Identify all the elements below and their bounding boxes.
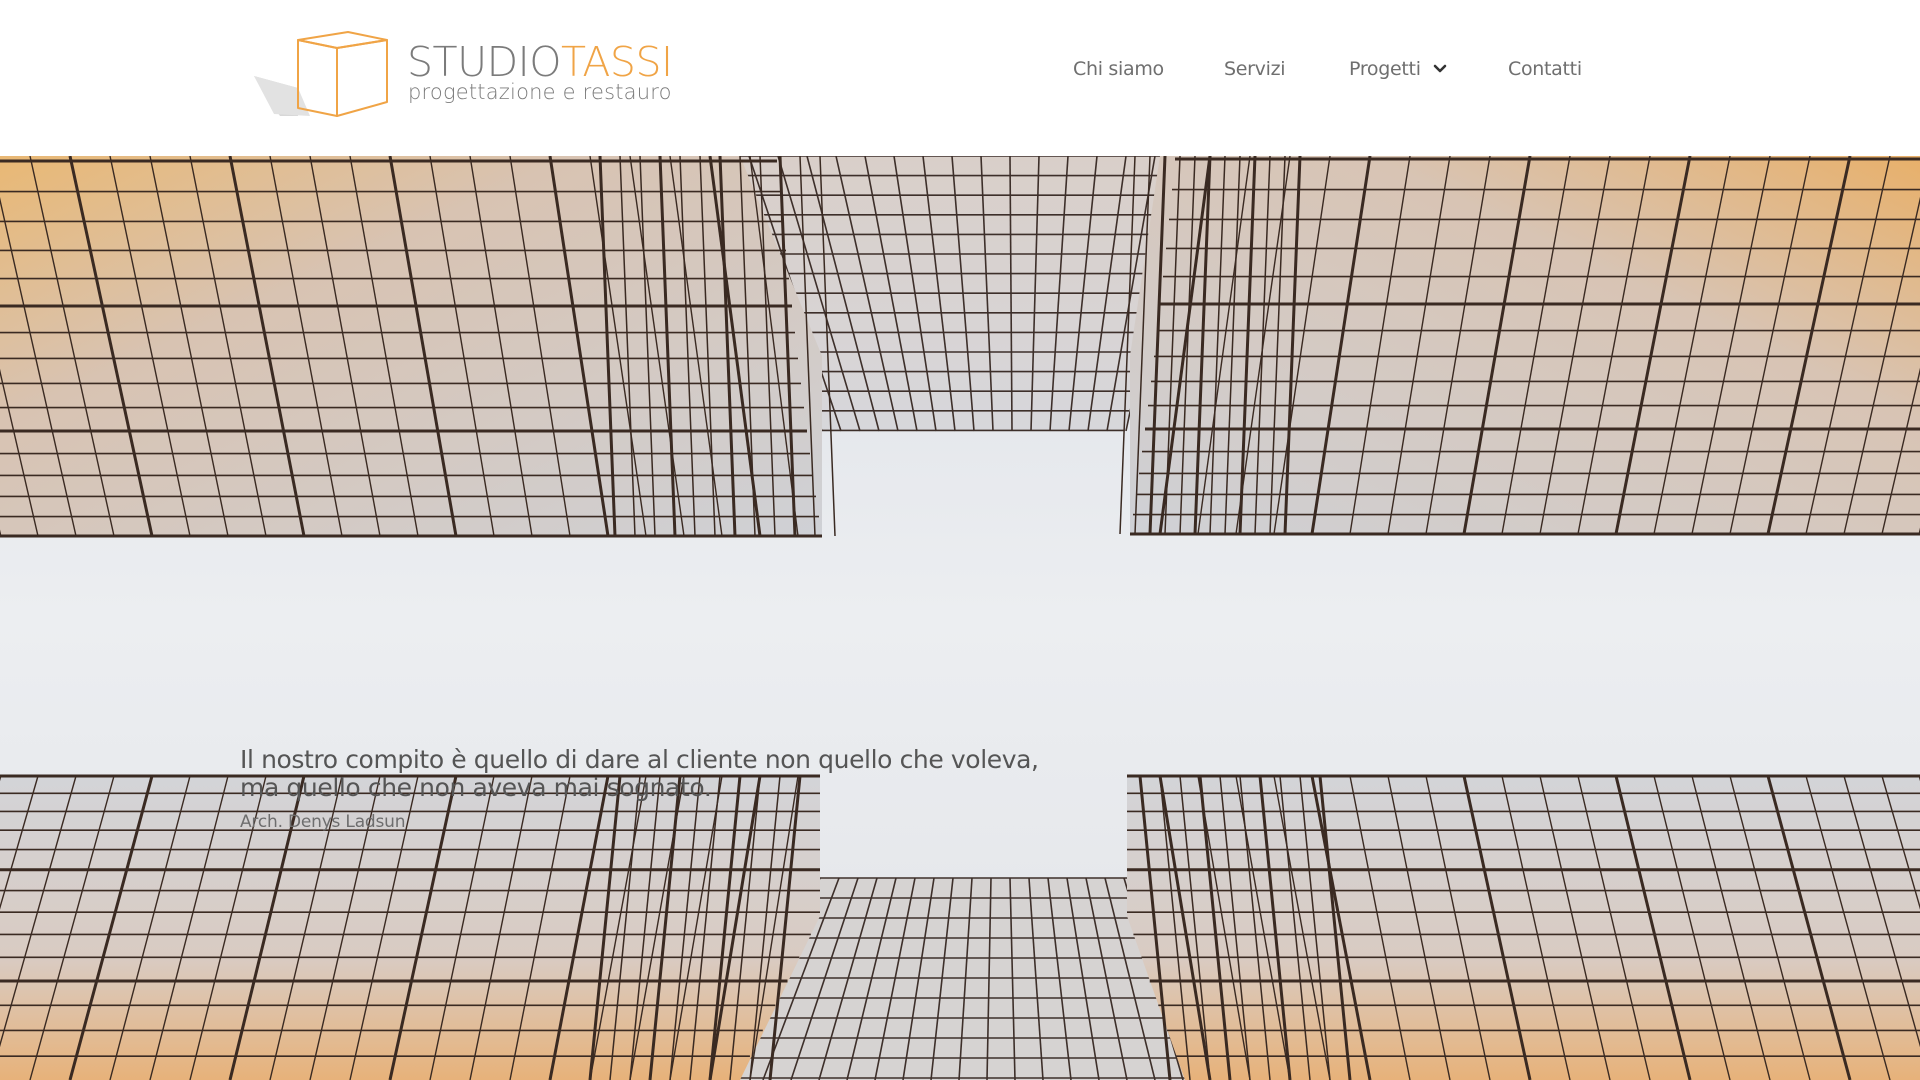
quote-author: Arch. Denys Ladsun [240, 812, 406, 832]
cube-logo-icon [254, 31, 388, 117]
nav-item-label: Chi siamo [1073, 58, 1164, 80]
brand-tagline: progettazione e restauro [408, 80, 672, 104]
nav-item-label: Progetti [1349, 58, 1421, 80]
chevron-down-icon [1433, 64, 1446, 73]
site-header: STUDIOTASSI progettazione e restauro Chi… [0, 0, 1920, 156]
quote-line-1: Il nostro compito è quello di dare al cl… [240, 745, 1039, 774]
hero-skyscraper-image [0, 156, 1920, 1080]
quote-text: Il nostro compito è quello di dare al cl… [240, 746, 1140, 802]
hero-section: Il nostro compito è quello di dare al cl… [0, 156, 1920, 1080]
nav-item-label: Servizi [1224, 58, 1286, 80]
quote-line-2: ma quello che non aveva mai sognato. [240, 773, 712, 802]
nav-item-servizi[interactable]: Servizi [1224, 58, 1286, 80]
nav-item-label: Contatti [1508, 58, 1582, 80]
nav-item-contatti[interactable]: Contatti [1508, 58, 1582, 80]
hero-quote: Il nostro compito è quello di dare al cl… [240, 746, 1140, 833]
nav-item-progetti[interactable]: Progetti [1349, 58, 1447, 80]
brand-name-part2: TASSI [561, 38, 673, 86]
brand-name-part1: STUDIO [407, 38, 562, 86]
site-logo[interactable]: STUDIOTASSI progettazione e restauro [250, 28, 673, 123]
page: STUDIOTASSI progettazione e restauro Chi… [0, 0, 1920, 1080]
nav-item-chi-siamo[interactable]: Chi siamo [1073, 58, 1164, 80]
brand-name: STUDIOTASSI [407, 42, 673, 83]
